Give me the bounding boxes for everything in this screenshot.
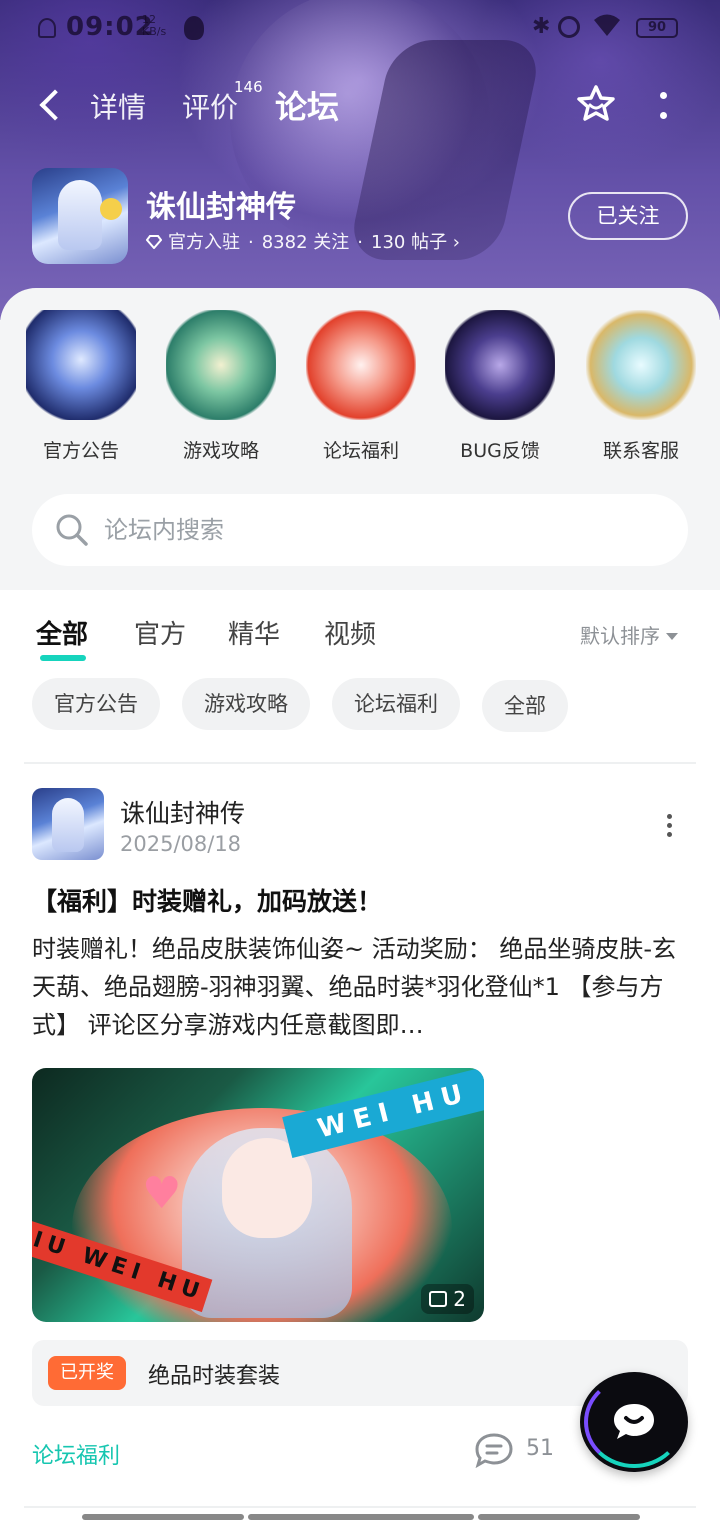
category-label: 官方公告	[42, 440, 119, 462]
sort-dropdown[interactable]: 默认排序	[580, 620, 678, 649]
category-label: 游戏攻略	[182, 440, 259, 462]
more-menu-icon[interactable]	[656, 90, 672, 122]
top-navigation: 详情 评价 146 论坛	[0, 70, 720, 140]
official-label: 官方入驻	[168, 232, 240, 253]
author-name[interactable]: 诛仙封神传	[120, 794, 245, 830]
chip-forum-welfare[interactable]: 论坛福利	[332, 678, 460, 730]
category-panel: 官方公告 游戏攻略 论坛福利 BUG反馈 联系客服	[0, 288, 720, 590]
back-arrow-icon[interactable]	[36, 90, 66, 120]
image-count-badge: 2	[421, 1284, 474, 1314]
tab-reviews[interactable]: 评价	[182, 86, 238, 126]
chip-all[interactable]: 全部	[482, 680, 568, 732]
game-icon[interactable]	[32, 168, 128, 264]
bottom-gesture-bar	[478, 1514, 640, 1520]
category-thumbnail	[306, 310, 416, 420]
caret-down-icon	[666, 633, 678, 640]
comment-count: 51	[526, 1436, 554, 1461]
chevron-right-icon: ›	[447, 232, 460, 253]
post-image[interactable]: ♥ WEI HU JIU WEI HU 2	[32, 1068, 484, 1322]
qq-icon	[184, 16, 204, 40]
tab-forum[interactable]: 论坛	[275, 82, 340, 128]
category-label: 论坛福利	[322, 440, 399, 462]
prize-name: 绝品时装套装	[148, 1364, 281, 1389]
floating-chat-button[interactable]	[580, 1372, 688, 1472]
tab-video[interactable]: 视频	[324, 614, 376, 651]
post-category-link[interactable]: 论坛福利	[32, 1438, 120, 1470]
tab-official[interactable]: 官方	[134, 614, 186, 651]
category-official-announcement[interactable]: 官方公告	[21, 310, 141, 463]
notification-icon	[38, 18, 56, 38]
tab-details[interactable]: 详情	[90, 86, 146, 126]
game-meta[interactable]: 官方入驻 · 8382 关注 · 130 帖子 ›	[146, 228, 460, 254]
divider	[24, 1506, 696, 1508]
filter-tabs: 全部 官方 精华 视频 默认排序	[0, 590, 720, 670]
category-thumbnail	[445, 310, 555, 420]
chat-bubble-icon	[614, 1404, 654, 1439]
alarm-icon	[558, 16, 580, 38]
category-game-guide[interactable]: 游戏攻略	[161, 310, 281, 463]
chip-official-announcement[interactable]: 官方公告	[32, 678, 160, 730]
search-bar[interactable]	[32, 494, 688, 566]
game-title: 诛仙封神传	[146, 190, 296, 225]
bluetooth-icon: ✱	[532, 14, 551, 39]
meta-separator: ·	[248, 232, 254, 253]
comment-icon	[475, 1433, 513, 1468]
category-bug-feedback[interactable]: BUG反馈	[440, 310, 560, 463]
chip-game-guide[interactable]: 游戏攻略	[182, 678, 310, 730]
battery-icon: 90	[636, 18, 678, 38]
meta-separator: ·	[357, 232, 363, 253]
post-title[interactable]: 【福利】时装赠礼，加码放送！	[32, 882, 382, 918]
posts-count: 130 帖子	[371, 232, 448, 253]
category-customer-service[interactable]: 联系客服	[581, 310, 701, 463]
category-thumbnail	[166, 310, 276, 420]
author-avatar[interactable]	[32, 788, 104, 860]
favorite-star-icon[interactable]	[576, 84, 616, 124]
bottom-gesture-bar	[248, 1514, 474, 1520]
network-speed: 12 KB/s	[142, 13, 167, 38]
category-forum-welfare[interactable]: 论坛福利	[301, 310, 421, 463]
tab-all[interactable]: 全部	[36, 614, 88, 661]
search-input[interactable]	[104, 508, 664, 552]
follow-button[interactable]: 已关注	[568, 192, 688, 240]
category-thumbnail	[586, 310, 696, 420]
followers-count: 8382 关注	[261, 232, 350, 253]
status-time: 09:02	[66, 12, 154, 42]
diamond-icon	[146, 235, 162, 249]
status-bar: 09:02 12 KB/s ✱ 90	[0, 0, 720, 58]
picture-icon	[429, 1291, 448, 1307]
post-body[interactable]: 时装赠礼！绝品皮肤装饰仙姿~ 活动奖励： 绝品坐骑皮肤-玄天葫、绝品翅膀-羽神羽…	[32, 930, 692, 1044]
post-date: 2025/08/18	[120, 832, 242, 856]
image-count: 2	[453, 1287, 466, 1311]
heart-icon: ♥	[142, 1168, 182, 1219]
wifi-icon	[594, 14, 620, 36]
tab-featured[interactable]: 精华	[228, 614, 280, 651]
sort-label: 默认排序	[580, 624, 660, 648]
bottom-gesture-bar	[82, 1514, 244, 1520]
category-thumbnail	[26, 310, 136, 420]
category-label: BUG反馈	[460, 440, 540, 462]
category-label: 联系客服	[602, 440, 679, 462]
prize-status-tag: 已开奖	[48, 1356, 126, 1390]
post-more-icon[interactable]	[664, 814, 676, 838]
game-info: 诛仙封神传 官方入驻 · 8382 关注 · 130 帖子 › 已关注	[32, 168, 692, 268]
search-icon	[56, 514, 88, 546]
forum-header: 09:02 12 KB/s ✱ 90 详情 评价 146 论坛 诛仙封神传 官方入…	[0, 0, 720, 320]
reviews-count-badge: 146	[234, 78, 263, 96]
